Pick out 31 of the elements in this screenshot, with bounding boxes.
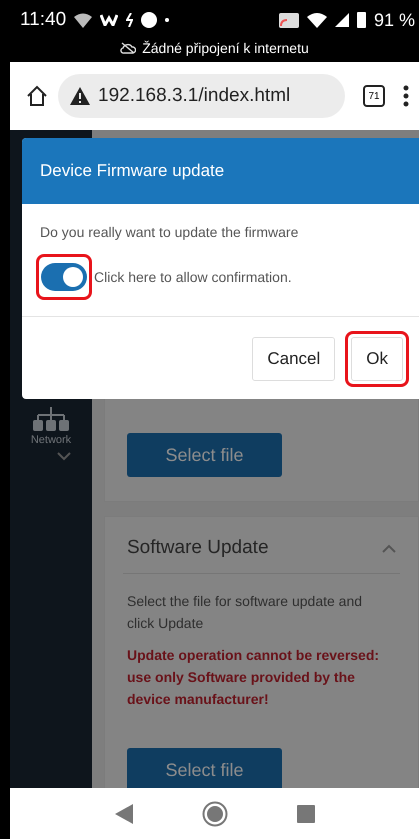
bolt-icon [126,13,134,27]
back-icon[interactable] [114,804,132,824]
sidebar-label[interactable]: Network [30,434,72,446]
battery-level: 91 % [374,10,415,30]
dialog-message: Do you really want to update the firmware [40,224,300,240]
warning-icon [70,87,90,105]
address-bar[interactable]: 192.168.3.1/index.html [58,74,345,118]
card-title: Software Update [127,537,269,559]
dialog-button[interactable]: Cancel [252,337,336,381]
more-icon[interactable] [403,85,409,107]
chevron-icon[interactable] [57,452,72,461]
toggle-switch[interactable] [41,263,87,291]
warning-text: Update operation cannot be reversed: use only Software provided by the device manufacturer! [127,646,380,709]
dialog-title: Device Firmware update [40,161,224,180]
battery-icon [356,12,366,28]
dialog-button[interactable]: Ok [351,337,403,381]
signal-icon [334,13,349,27]
tab-count[interactable]: 71 [363,85,385,107]
network-icon[interactable] [32,406,70,432]
dot-icon [165,18,170,22]
status-time: 11:40 [20,9,66,31]
card-description: Select the file for software update and click Update [127,592,364,633]
wifi-icon [74,12,92,28]
offline-notice: Žádné připojení k internetu [142,40,309,56]
recents-icon[interactable] [296,804,314,822]
cloud-off-icon [120,42,136,54]
w-logo-icon [100,14,118,26]
cast-icon [278,12,299,28]
wifi-icon [306,12,327,28]
toggle-label[interactable]: Click here to allow confirmation. [94,269,292,285]
home-icon[interactable] [26,85,48,107]
